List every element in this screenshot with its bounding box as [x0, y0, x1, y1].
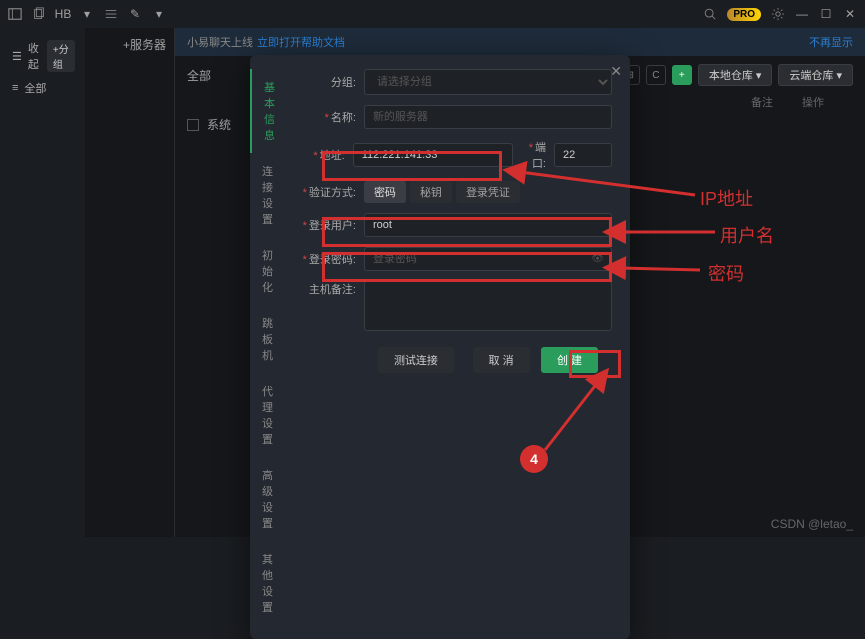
all-label[interactable]: 全部	[24, 80, 46, 96]
label-address: *地址:	[298, 147, 345, 163]
maximize-icon[interactable]: ☐	[819, 7, 833, 21]
tab-init[interactable]: 初始化	[250, 237, 294, 305]
name-input[interactable]	[364, 105, 612, 129]
auth-key[interactable]: 秘钥	[410, 181, 452, 203]
col-action: 操作	[773, 94, 853, 110]
tab-jump[interactable]: 跳板机	[250, 305, 294, 373]
collapse-label[interactable]: 收起	[28, 40, 39, 72]
modal-tabs: 基本信息 连接设置 初始化 跳板机 代理设置 高级设置 其他设置	[250, 55, 294, 639]
create-button[interactable]: 创 建	[541, 347, 598, 373]
all-icon[interactable]: ≡	[12, 82, 18, 94]
row-name: 系统	[207, 116, 231, 133]
notice-bar: 小易聊天上线 立即打开帮助文档 不再显示	[175, 28, 865, 56]
label-auth-type: *验证方式:	[298, 184, 356, 200]
chevron-down-icon[interactable]: ▾	[152, 7, 166, 21]
sidebar-primary: ☰ 收起 +分组 ≡ 全部	[0, 28, 85, 537]
notice-text: 小易聊天上线	[187, 34, 253, 50]
hb-icon[interactable]: HB	[56, 7, 70, 21]
chevron-down-icon[interactable]: ▾	[80, 7, 94, 21]
tab-basic-info[interactable]: 基本信息	[250, 69, 294, 153]
tab-other[interactable]: 其他设置	[250, 541, 294, 625]
address-input[interactable]	[353, 143, 513, 167]
add-group-button[interactable]: +分组	[47, 40, 75, 72]
col-note: 备注	[751, 94, 773, 110]
host-note-textarea[interactable]	[364, 281, 612, 331]
gear-icon[interactable]	[771, 7, 785, 21]
label-login-pass: *登录密码:	[298, 251, 356, 267]
search-icon[interactable]	[703, 7, 717, 21]
login-pass-input[interactable]	[364, 247, 612, 271]
local-repo-dropdown[interactable]: 本地仓库 ▾	[698, 64, 773, 86]
add-server-button[interactable]: +服务器	[123, 38, 166, 52]
panel-left-icon[interactable]	[8, 7, 22, 21]
port-input[interactable]	[554, 143, 612, 167]
collapse-icon[interactable]: ☰	[12, 50, 22, 63]
pro-badge: PRO	[727, 8, 761, 21]
list-icon[interactable]	[104, 7, 118, 21]
tool-plus-button[interactable]: +	[672, 65, 692, 85]
titlebar: HB ▾ ✎ ▾ PRO — ☐ ✕	[0, 0, 865, 28]
auth-credential[interactable]: 登录凭证	[456, 181, 520, 203]
label-name: *名称:	[298, 109, 356, 125]
tab-all[interactable]: 全部	[187, 67, 211, 84]
group-select[interactable]: 请选择分组	[364, 69, 612, 95]
tab-advanced[interactable]: 高级设置	[250, 457, 294, 541]
tab-proxy[interactable]: 代理设置	[250, 373, 294, 457]
copy-icon[interactable]	[32, 7, 46, 21]
cancel-button[interactable]: 取 消	[473, 347, 530, 373]
test-connection-button[interactable]: 测试连接	[378, 347, 454, 373]
watermark: CSDN @letao_	[771, 517, 853, 531]
auth-password[interactable]: 密码	[364, 181, 406, 203]
cloud-repo-dropdown[interactable]: 云端仓库 ▾	[778, 64, 853, 86]
label-host-note: 主机备注:	[298, 281, 356, 297]
pencil-icon[interactable]: ✎	[128, 7, 142, 21]
tool-c-icon[interactable]: C	[646, 65, 666, 85]
row-checkbox[interactable]	[187, 119, 199, 131]
tab-connection[interactable]: 连接设置	[250, 153, 294, 237]
sidebar-secondary: +服务器	[85, 28, 175, 537]
login-user-input[interactable]	[364, 213, 612, 237]
minimize-icon[interactable]: —	[795, 7, 809, 21]
notice-dismiss[interactable]: 不再显示	[809, 34, 853, 50]
anno-step-4: 4	[520, 445, 548, 473]
label-login-user: *登录用户:	[298, 217, 356, 233]
create-server-modal: ✕ 基本信息 连接设置 初始化 跳板机 代理设置 高级设置 其他设置 分组: 请…	[250, 55, 630, 639]
label-group: 分组:	[298, 74, 356, 90]
label-port: *端口:	[521, 139, 546, 171]
close-icon[interactable]: ✕	[843, 7, 857, 21]
modal-close-button[interactable]: ✕	[610, 63, 622, 80]
notice-link[interactable]: 立即打开帮助文档	[257, 34, 345, 50]
password-toggle-icon[interactable]: 👁	[591, 254, 604, 265]
